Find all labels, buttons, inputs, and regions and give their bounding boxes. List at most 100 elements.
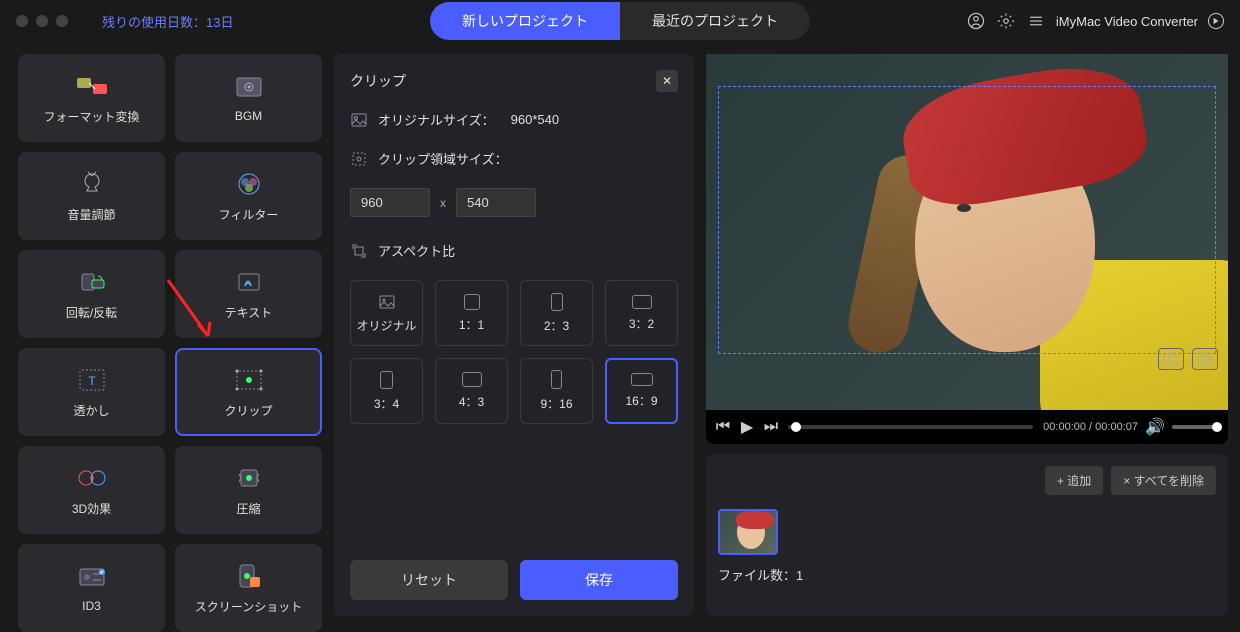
min-dot[interactable] (36, 15, 48, 27)
bgm-icon (232, 73, 266, 101)
svg-text:T: T (88, 374, 96, 388)
ratio-shape-icon (380, 371, 393, 389)
tool-label: BGM (235, 109, 262, 123)
volume-icon (75, 170, 109, 198)
ratio-shape-icon (551, 370, 562, 389)
close-button[interactable]: ✕ (656, 70, 678, 92)
snapshot-icon[interactable] (1158, 348, 1184, 370)
convert-icon (75, 72, 109, 100)
volume-icon[interactable]: 🔊 (1148, 420, 1162, 434)
clear-all-button[interactable]: × すべてを削除 (1111, 466, 1216, 495)
tool-compress[interactable]: 圧縮 (175, 446, 322, 534)
project-tabs: 新しいプロジェクト 最近のプロジェクト (430, 2, 810, 40)
tool-label: 3D効果 (72, 500, 111, 517)
tool-label: テキスト (225, 304, 273, 321)
window-controls (16, 15, 68, 27)
image-icon (378, 293, 396, 311)
original-size-value: 960*540 (511, 112, 559, 127)
fullscreen-icon[interactable] (1192, 348, 1218, 370)
file-count: ファイル数：1 (718, 565, 1216, 584)
ratio-shape-icon (631, 373, 653, 386)
tool-3d[interactable]: 3D効果 (18, 446, 165, 534)
video-preview: ⏮ ▶ ⏭ 00:00:00 / 00:00:07 🔊 (706, 54, 1228, 444)
3d-icon (75, 464, 109, 492)
play-button[interactable]: ▶ (740, 420, 754, 434)
menu-icon[interactable] (1026, 11, 1046, 31)
reset-button[interactable]: リセット (350, 560, 508, 600)
ratio-16-9[interactable]: 16：9 (605, 358, 678, 424)
trial-days: 残りの使用日数：13日 (102, 12, 233, 31)
ratio-label: 9：16 (540, 395, 572, 412)
ratio-original[interactable]: オリジナル (350, 280, 423, 346)
height-input[interactable] (456, 188, 536, 217)
screenshot-icon (232, 562, 266, 590)
volume-slider[interactable] (1172, 425, 1218, 429)
max-dot[interactable] (56, 15, 68, 27)
ratio-4-3[interactable]: 4：3 (435, 358, 508, 424)
ratio-label: 3：2 (629, 315, 654, 332)
aspect-label: アスペクト比 (378, 241, 455, 260)
clip-icon (232, 366, 266, 394)
tab-new-project[interactable]: 新しいプロジェクト (430, 2, 620, 40)
file-thumbnail[interactable] (718, 509, 778, 555)
add-button[interactable]: + 追加 (1045, 466, 1103, 495)
id3-icon (75, 563, 109, 591)
tool-text[interactable]: テキスト (175, 250, 322, 338)
app-name: iMyMac Video Converter (1056, 14, 1198, 29)
timeline-scrubber[interactable] (788, 425, 1033, 429)
video-canvas[interactable] (706, 54, 1228, 410)
tool-rotate[interactable]: 回転/反転 (18, 250, 165, 338)
gear-icon[interactable] (996, 11, 1016, 31)
ratio-3-2[interactable]: 3：2 (605, 280, 678, 346)
tool-filter[interactable]: フィルター (175, 152, 322, 240)
tool-label: ID3 (82, 599, 101, 613)
ratio-2-3[interactable]: 2：3 (520, 280, 593, 346)
tab-recent-project[interactable]: 最近のプロジェクト (620, 2, 810, 40)
ratio-shape-icon (464, 294, 480, 310)
filter-icon (232, 170, 266, 198)
crop-icon (350, 150, 368, 168)
clip-panel: クリップ ✕ オリジナルサイズ： 960*540 クリップ領域サイズ： x アス… (334, 54, 694, 616)
tool-label: クリップ (224, 402, 272, 419)
tool-format-convert[interactable]: フォーマット変換 (18, 54, 165, 142)
ratio-shape-icon (462, 372, 482, 387)
text-icon (232, 268, 266, 296)
tool-bgm[interactable]: BGM (175, 54, 322, 142)
ratio-label: オリジナル (356, 317, 416, 334)
tool-label: フィルター (219, 206, 279, 223)
tool-watermark[interactable]: T 透かし (18, 348, 165, 436)
ratio-label: 2：3 (544, 317, 569, 334)
tool-screenshot[interactable]: スクリーンショット (175, 544, 322, 632)
play-icon[interactable] (1208, 13, 1224, 29)
ratio-label: 4：3 (459, 393, 484, 410)
ratio-1-1[interactable]: 1：1 (435, 280, 508, 346)
account-icon[interactable] (966, 11, 986, 31)
save-button[interactable]: 保存 (520, 560, 678, 600)
tool-label: 音量調節 (67, 206, 115, 223)
ratio-9-16[interactable]: 9：16 (520, 358, 593, 424)
ratio-shape-icon (551, 293, 563, 311)
image-icon (350, 111, 368, 129)
compress-icon (232, 464, 266, 492)
tool-volume[interactable]: 音量調節 (18, 152, 165, 240)
files-panel: + 追加 × すべてを削除 ファイル数：1 (706, 454, 1228, 616)
tool-clip[interactable]: クリップ (175, 348, 322, 436)
width-input[interactable] (350, 188, 430, 217)
close-dot[interactable] (16, 15, 28, 27)
ratio-label: 1：1 (459, 316, 484, 333)
next-frame-button[interactable]: ⏭ (764, 420, 778, 434)
tool-label: 透かし (73, 402, 109, 419)
tool-label: 回転/反転 (66, 304, 117, 321)
crop-frame[interactable] (718, 86, 1216, 354)
topbar: 残りの使用日数：13日 新しいプロジェクト 最近のプロジェクト iMyMac V… (0, 0, 1240, 42)
ratio-shape-icon (632, 295, 652, 309)
prev-frame-button[interactable]: ⏮ (716, 420, 730, 434)
original-size-label: オリジナルサイズ： (378, 110, 495, 129)
ratio-3-4[interactable]: 3：4 (350, 358, 423, 424)
ratio-label: 3：4 (374, 395, 399, 412)
tools-sidebar: フォーマット変換 BGM 音量調節 フィルター 回転/反転 テキスト T透かし … (18, 54, 322, 616)
time-display: 00:00:00 / 00:00:07 (1043, 421, 1138, 433)
rotate-icon (75, 268, 109, 296)
tool-id3[interactable]: ID3 (18, 544, 165, 632)
panel-title: クリップ (350, 71, 406, 91)
